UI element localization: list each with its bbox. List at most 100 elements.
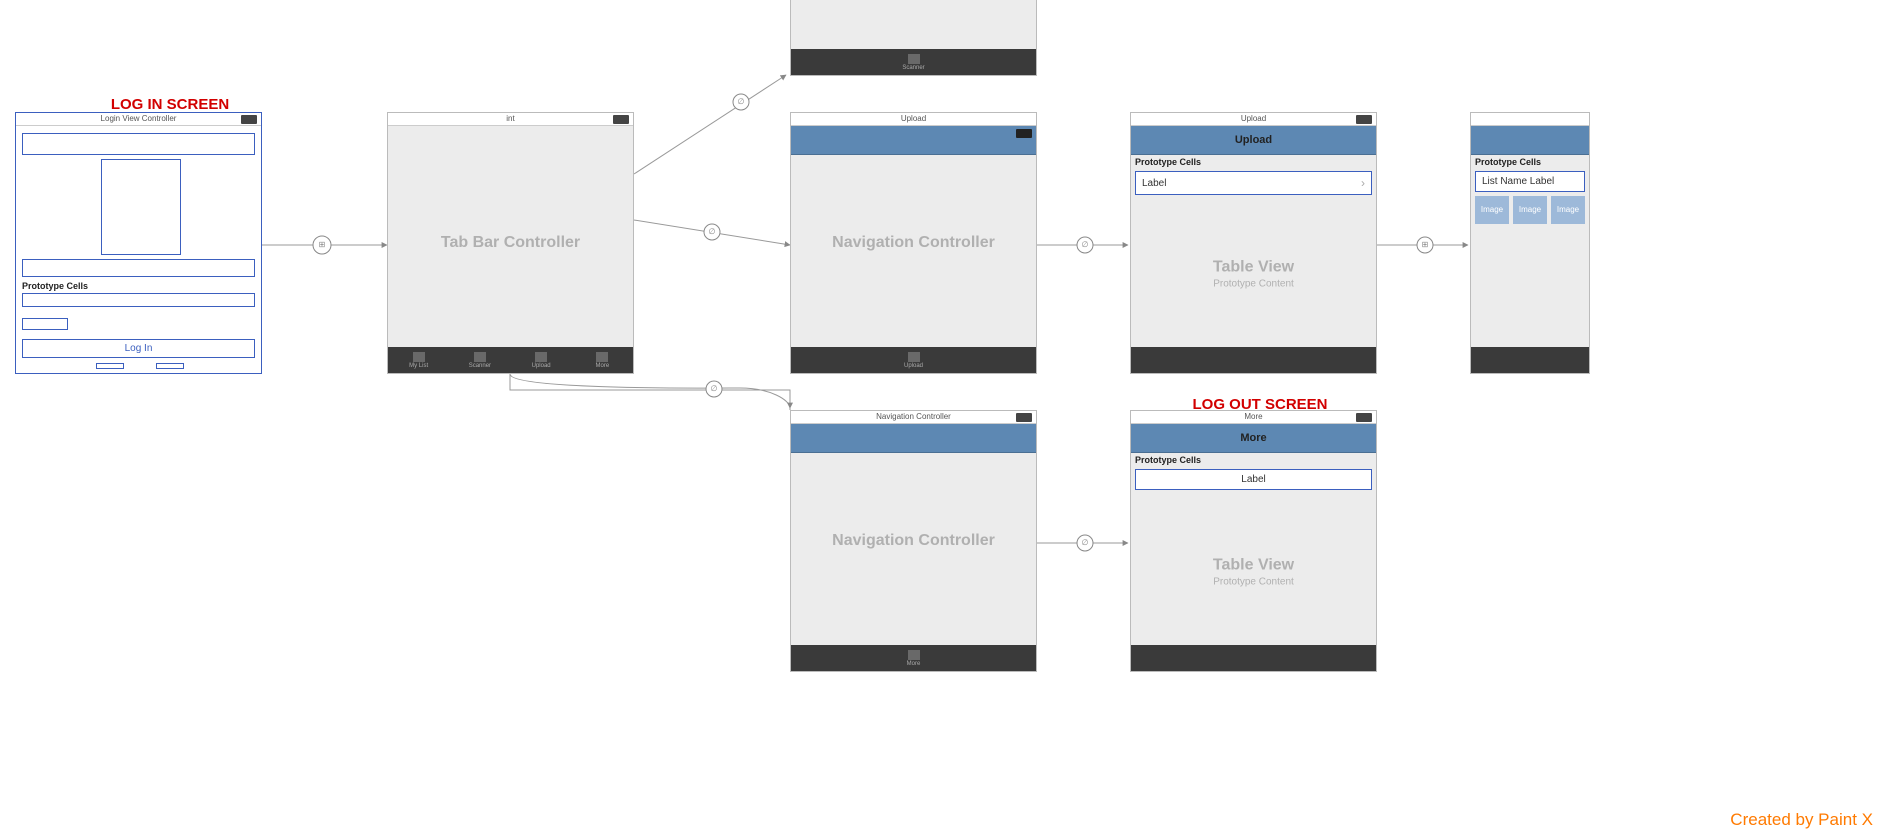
prototype-content-label: Prototype Content bbox=[1131, 577, 1376, 588]
table-cell[interactable]: Label › bbox=[1135, 171, 1372, 195]
scene-nav-more[interactable]: Navigation Controller Navigation Control… bbox=[790, 410, 1037, 672]
scene-login[interactable]: Login View Controller Prototype Cells Lo… bbox=[15, 112, 262, 374]
tab-item[interactable]: More bbox=[791, 650, 1036, 667]
login-image-box bbox=[101, 159, 181, 255]
tab-label: Scanner bbox=[469, 363, 491, 369]
upload-icon bbox=[908, 352, 920, 362]
controller-label: Tab Bar Controller bbox=[388, 234, 633, 252]
tab-bar: My List Scanner Upload More bbox=[388, 347, 633, 373]
scene-partial-right[interactable]: Prototype Cells List Name Label ImageIma… bbox=[1470, 112, 1590, 374]
scene-title: int bbox=[388, 113, 633, 126]
title-text: More bbox=[1244, 412, 1262, 421]
tab-label: More bbox=[907, 661, 921, 667]
login-field-top[interactable] bbox=[22, 133, 255, 155]
nav-bar: Upload bbox=[1131, 126, 1376, 155]
table-view-label: Table View bbox=[1213, 557, 1294, 574]
battery-icon bbox=[1356, 413, 1372, 422]
tab-item[interactable]: Upload bbox=[511, 352, 572, 369]
battery-icon bbox=[613, 115, 629, 124]
login-field-2[interactable] bbox=[22, 259, 255, 277]
title-text: Upload bbox=[901, 114, 926, 123]
svg-text:∅: ∅ bbox=[711, 384, 718, 393]
image-chip: Image bbox=[1475, 196, 1509, 224]
svg-text:⊞: ⊞ bbox=[1422, 240, 1429, 249]
tab-bar: More bbox=[791, 645, 1036, 671]
tab-item[interactable]: Scanner bbox=[791, 54, 1036, 71]
tab-label: Upload bbox=[532, 363, 551, 369]
cell-label: List Name Label bbox=[1482, 176, 1554, 187]
scene-nav-upload[interactable]: Upload Navigation Controller Upload bbox=[790, 112, 1037, 374]
tab-bar bbox=[1131, 347, 1376, 373]
prototype-header: Prototype Cells bbox=[1471, 155, 1589, 169]
more-icon bbox=[908, 650, 920, 660]
tab-bar bbox=[1131, 645, 1376, 671]
table-view-label: Table View bbox=[1213, 259, 1294, 276]
scene-table-upload[interactable]: Upload Upload Prototype Cells Label › Ta… bbox=[1130, 112, 1377, 374]
page-dot-1 bbox=[96, 363, 124, 369]
image-chips-row: ImageImageImage bbox=[1471, 194, 1589, 226]
scene-title bbox=[1471, 113, 1589, 126]
more-icon bbox=[596, 352, 608, 362]
controller-label: Navigation Controller bbox=[791, 234, 1036, 252]
prototype-header: Prototype Cells bbox=[1131, 453, 1376, 467]
scene-title: More bbox=[1131, 411, 1376, 424]
title-text: int bbox=[506, 114, 514, 123]
tab-label: Scanner bbox=[902, 65, 924, 71]
scene-partial-top[interactable]: Scanner bbox=[790, 0, 1037, 76]
svg-text:∅: ∅ bbox=[1082, 240, 1089, 249]
login-button[interactable]: Log In bbox=[22, 339, 255, 358]
cell-label: Label bbox=[1241, 474, 1265, 485]
scene-table-more[interactable]: More More Prototype Cells Label Table Vi… bbox=[1130, 410, 1377, 672]
scene-tabbar[interactable]: int Tab Bar Controller My List Scanner U… bbox=[387, 112, 634, 374]
image-chip: Image bbox=[1551, 196, 1585, 224]
nav-bar bbox=[791, 126, 1036, 155]
table-cell[interactable]: List Name Label bbox=[1475, 171, 1585, 192]
image-chip: Image bbox=[1513, 196, 1547, 224]
title-text: Login View Controller bbox=[101, 114, 177, 123]
upload-icon bbox=[535, 352, 547, 362]
table-cell[interactable]: Label bbox=[1135, 469, 1372, 490]
cell-label: Label bbox=[1142, 178, 1166, 189]
tab-label: My List bbox=[409, 363, 428, 369]
svg-text:∅: ∅ bbox=[738, 97, 745, 106]
title-text: Navigation Controller bbox=[876, 412, 951, 421]
tab-item[interactable]: My List bbox=[388, 352, 449, 369]
title-text: Upload bbox=[1241, 114, 1266, 123]
page-dot-2 bbox=[156, 363, 184, 369]
prototype-header: Prototype Cells bbox=[1131, 155, 1376, 169]
barcode-icon bbox=[908, 54, 920, 64]
controller-label: Table View Prototype Content bbox=[1131, 259, 1376, 290]
nav-bar bbox=[791, 424, 1036, 453]
nav-bar: More bbox=[1131, 424, 1376, 453]
tab-item[interactable]: Scanner bbox=[449, 352, 510, 369]
battery-icon bbox=[1016, 413, 1032, 422]
tab-bar bbox=[1471, 347, 1589, 373]
barcode-icon bbox=[474, 352, 486, 362]
nav-bar bbox=[1471, 126, 1589, 155]
prototype-header: Prototype Cells bbox=[22, 281, 88, 291]
battery-icon bbox=[241, 115, 257, 124]
tab-label: Upload bbox=[904, 363, 923, 369]
annotation-login: LOG IN SCREEN bbox=[80, 96, 260, 113]
scene-title: Navigation Controller bbox=[791, 411, 1036, 424]
svg-text:∅: ∅ bbox=[1082, 538, 1089, 547]
list-icon bbox=[413, 352, 425, 362]
tab-bar: Scanner bbox=[791, 49, 1036, 75]
battery-icon bbox=[1356, 115, 1372, 124]
prototype-content-label: Prototype Content bbox=[1131, 279, 1376, 290]
tab-label: More bbox=[596, 363, 610, 369]
controller-label: Navigation Controller bbox=[791, 532, 1036, 550]
tab-item[interactable]: More bbox=[572, 352, 633, 369]
scene-title: Upload bbox=[791, 113, 1036, 126]
storyboard-canvas[interactable]: ⊞ ∅ ∅ ∅ ∅ ⊞ ∅ LOG IN SCREEN LOG OUT SCRE… bbox=[0, 0, 1885, 836]
tab-bar: Upload bbox=[791, 347, 1036, 373]
controller-label: Table View Prototype Content bbox=[1131, 557, 1376, 588]
svg-text:∅: ∅ bbox=[709, 227, 716, 236]
chevron-right-icon: › bbox=[1361, 176, 1365, 190]
login-small-field[interactable] bbox=[22, 318, 68, 330]
svg-text:⊞: ⊞ bbox=[319, 240, 326, 249]
watermark: Created by Paint X bbox=[1730, 810, 1873, 830]
login-proto-cell[interactable] bbox=[22, 293, 255, 307]
scene-title: Upload bbox=[1131, 113, 1376, 126]
tab-item[interactable]: Upload bbox=[791, 352, 1036, 369]
